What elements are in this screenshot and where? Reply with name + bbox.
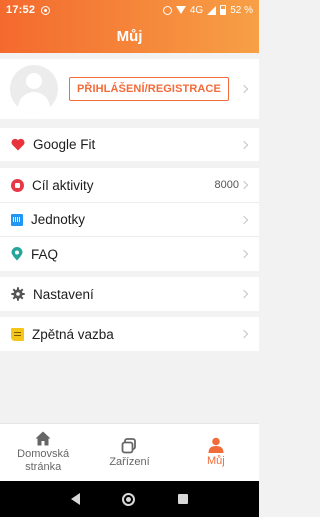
avatar-body <box>18 92 50 113</box>
status-indicators: 4G 52 % <box>162 4 253 16</box>
screen: 17:52 4G 52 % Můj PŘIHLÁŠENÍ/REGISTRACE … <box>0 0 259 517</box>
menu-item-label: Nastavení <box>33 286 94 302</box>
menu-item-label: Google Fit <box>33 137 96 152</box>
wifi-icon <box>175 6 186 14</box>
home-circle-icon[interactable] <box>122 492 136 506</box>
home-icon <box>35 431 51 446</box>
nav-mine-label: Můj <box>206 455 225 467</box>
nav-mine[interactable]: Můj <box>173 424 259 481</box>
chevron-right-icon <box>239 215 249 224</box>
menu-item-feedback[interactable]: Zpětná vazba <box>0 317 259 351</box>
app-notification-icon <box>41 5 51 15</box>
avatar[interactable] <box>10 65 58 113</box>
header: 17:52 4G 52 % Můj <box>0 0 259 53</box>
bottom-navigation: Domovská stránka Zařízení Můj <box>0 423 259 481</box>
chevron-right-icon <box>239 289 249 299</box>
target-icon <box>11 178 24 192</box>
nav-devices[interactable]: Zařízení <box>86 424 172 481</box>
profile-card[interactable]: PŘIHLÁŠENÍ/REGISTRACE <box>0 59 259 119</box>
nav-home[interactable]: Domovská stránka <box>0 424 86 481</box>
menu-item-settings[interactable]: Nastavení <box>0 277 259 311</box>
recent-apps-icon[interactable] <box>177 494 188 504</box>
menu-item-faq[interactable]: FAQ <box>0 237 259 271</box>
feedback-icon <box>11 327 24 341</box>
units-icon <box>11 213 23 226</box>
menu-item-activity-goal[interactable]: Cíl aktivity 8000 <box>0 168 259 202</box>
menu-item-label: Zpětná vazba <box>32 326 114 342</box>
menu-item-google-fit[interactable]: Google Fit <box>0 128 259 161</box>
chevron-right-icon <box>239 140 249 149</box>
status-bar: 17:52 4G 52 % <box>0 0 259 20</box>
chevron-right-icon <box>239 84 249 94</box>
system-navigation-bar <box>0 481 259 517</box>
nav-devices-label: Zařízení <box>109 456 150 468</box>
heart-icon <box>11 138 25 151</box>
activity-goal-value: 8000 <box>214 179 239 191</box>
page-title: Můj <box>116 28 143 45</box>
person-icon <box>208 437 224 453</box>
login-register-button[interactable]: PŘIHLÁŠENÍ/REGISTRACE <box>69 77 229 101</box>
menu-item-label: FAQ <box>31 246 59 262</box>
battery-level: 52 % <box>230 4 253 16</box>
chevron-right-icon <box>239 180 249 190</box>
devices-icon <box>122 438 137 454</box>
nav-home-label: Domovská stránka <box>17 448 69 474</box>
faq-icon <box>11 247 23 261</box>
chevron-right-icon <box>239 249 249 259</box>
gear-icon <box>11 287 25 301</box>
battery-icon <box>220 5 227 15</box>
menu-item-units[interactable]: Jednotky <box>0 203 259 236</box>
status-time: 17:52 <box>6 4 36 16</box>
avatar-head <box>26 73 42 89</box>
signal-icon <box>207 5 217 15</box>
menu-item-label: Jednotky <box>31 212 86 227</box>
alarm-icon <box>162 5 172 15</box>
nav-home-label-line1: Domovská <box>17 448 70 460</box>
nav-home-label-line2: stránka <box>25 461 62 473</box>
back-icon[interactable] <box>71 493 81 505</box>
chevron-right-icon <box>239 329 249 339</box>
menu-item-label: Cíl aktivity <box>32 177 94 193</box>
network-type: 4G <box>189 4 204 16</box>
